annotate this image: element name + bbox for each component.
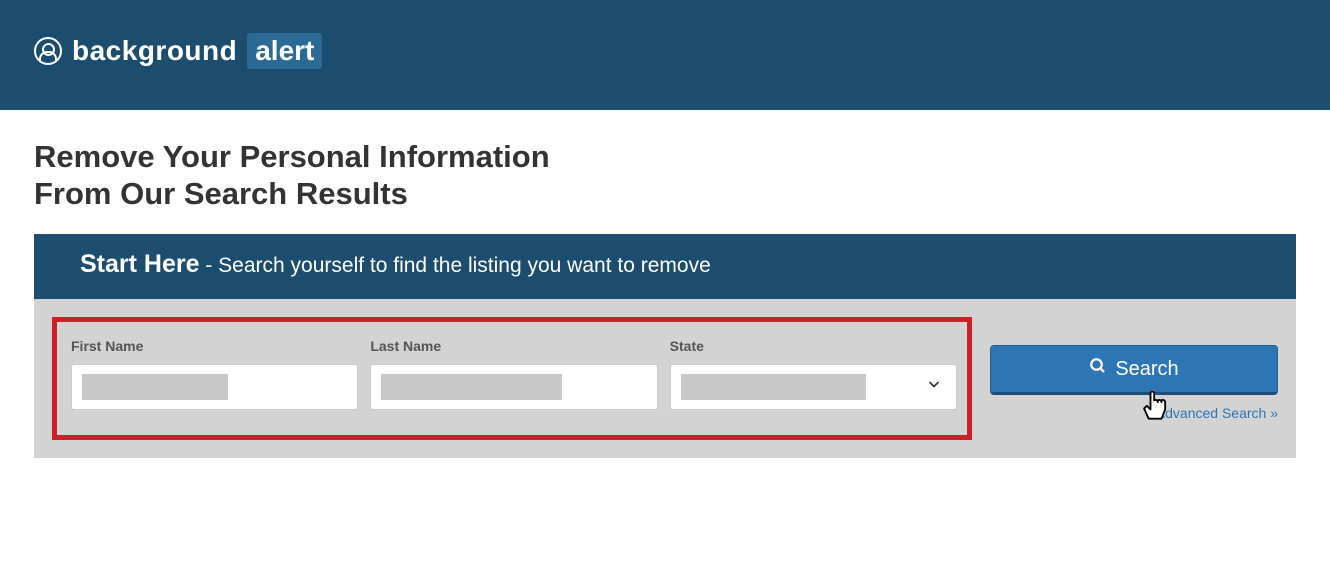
state-group: State <box>670 338 957 410</box>
search-icon <box>1089 357 1107 381</box>
first-name-label: First Name <box>71 338 358 354</box>
last-name-group: Last Name <box>370 338 657 410</box>
redacted-placeholder <box>82 374 228 400</box>
page-title: Remove Your Personal Information From Ou… <box>34 138 1296 212</box>
redacted-placeholder <box>381 374 561 400</box>
last-name-label: Last Name <box>370 338 657 354</box>
search-body: First Name Last Name State <box>34 299 1296 458</box>
search-button-label: Search <box>1115 358 1178 381</box>
advanced-search-link[interactable]: Advanced Search » <box>1156 405 1278 421</box>
last-name-field[interactable] <box>370 364 657 410</box>
first-name-group: First Name <box>71 338 358 410</box>
site-header: background alert <box>0 0 1330 110</box>
state-label: State <box>670 338 957 354</box>
chevron-down-icon <box>926 377 942 398</box>
search-header: Start Here - Search yourself to find the… <box>34 234 1296 299</box>
brand-name-second: alert <box>247 33 322 69</box>
search-heading-bold: Start Here <box>80 250 200 278</box>
person-circle-icon <box>34 37 62 65</box>
search-heading-rest: - Search yourself to find the listing yo… <box>200 254 711 277</box>
page-title-line1: Remove Your Personal Information <box>34 139 550 174</box>
page-title-line2: From Our Search Results <box>34 176 408 211</box>
form-highlight-box: First Name Last Name State <box>52 317 972 440</box>
redacted-placeholder <box>681 374 867 400</box>
state-select[interactable] <box>670 364 957 410</box>
brand-name-first: background <box>72 35 237 67</box>
brand-logo[interactable]: background alert <box>34 33 322 69</box>
search-button[interactable]: Search <box>990 345 1278 395</box>
search-section: Start Here - Search yourself to find the… <box>34 234 1296 458</box>
first-name-field[interactable] <box>71 364 358 410</box>
main-content: Remove Your Personal Information From Ou… <box>0 110 1330 458</box>
